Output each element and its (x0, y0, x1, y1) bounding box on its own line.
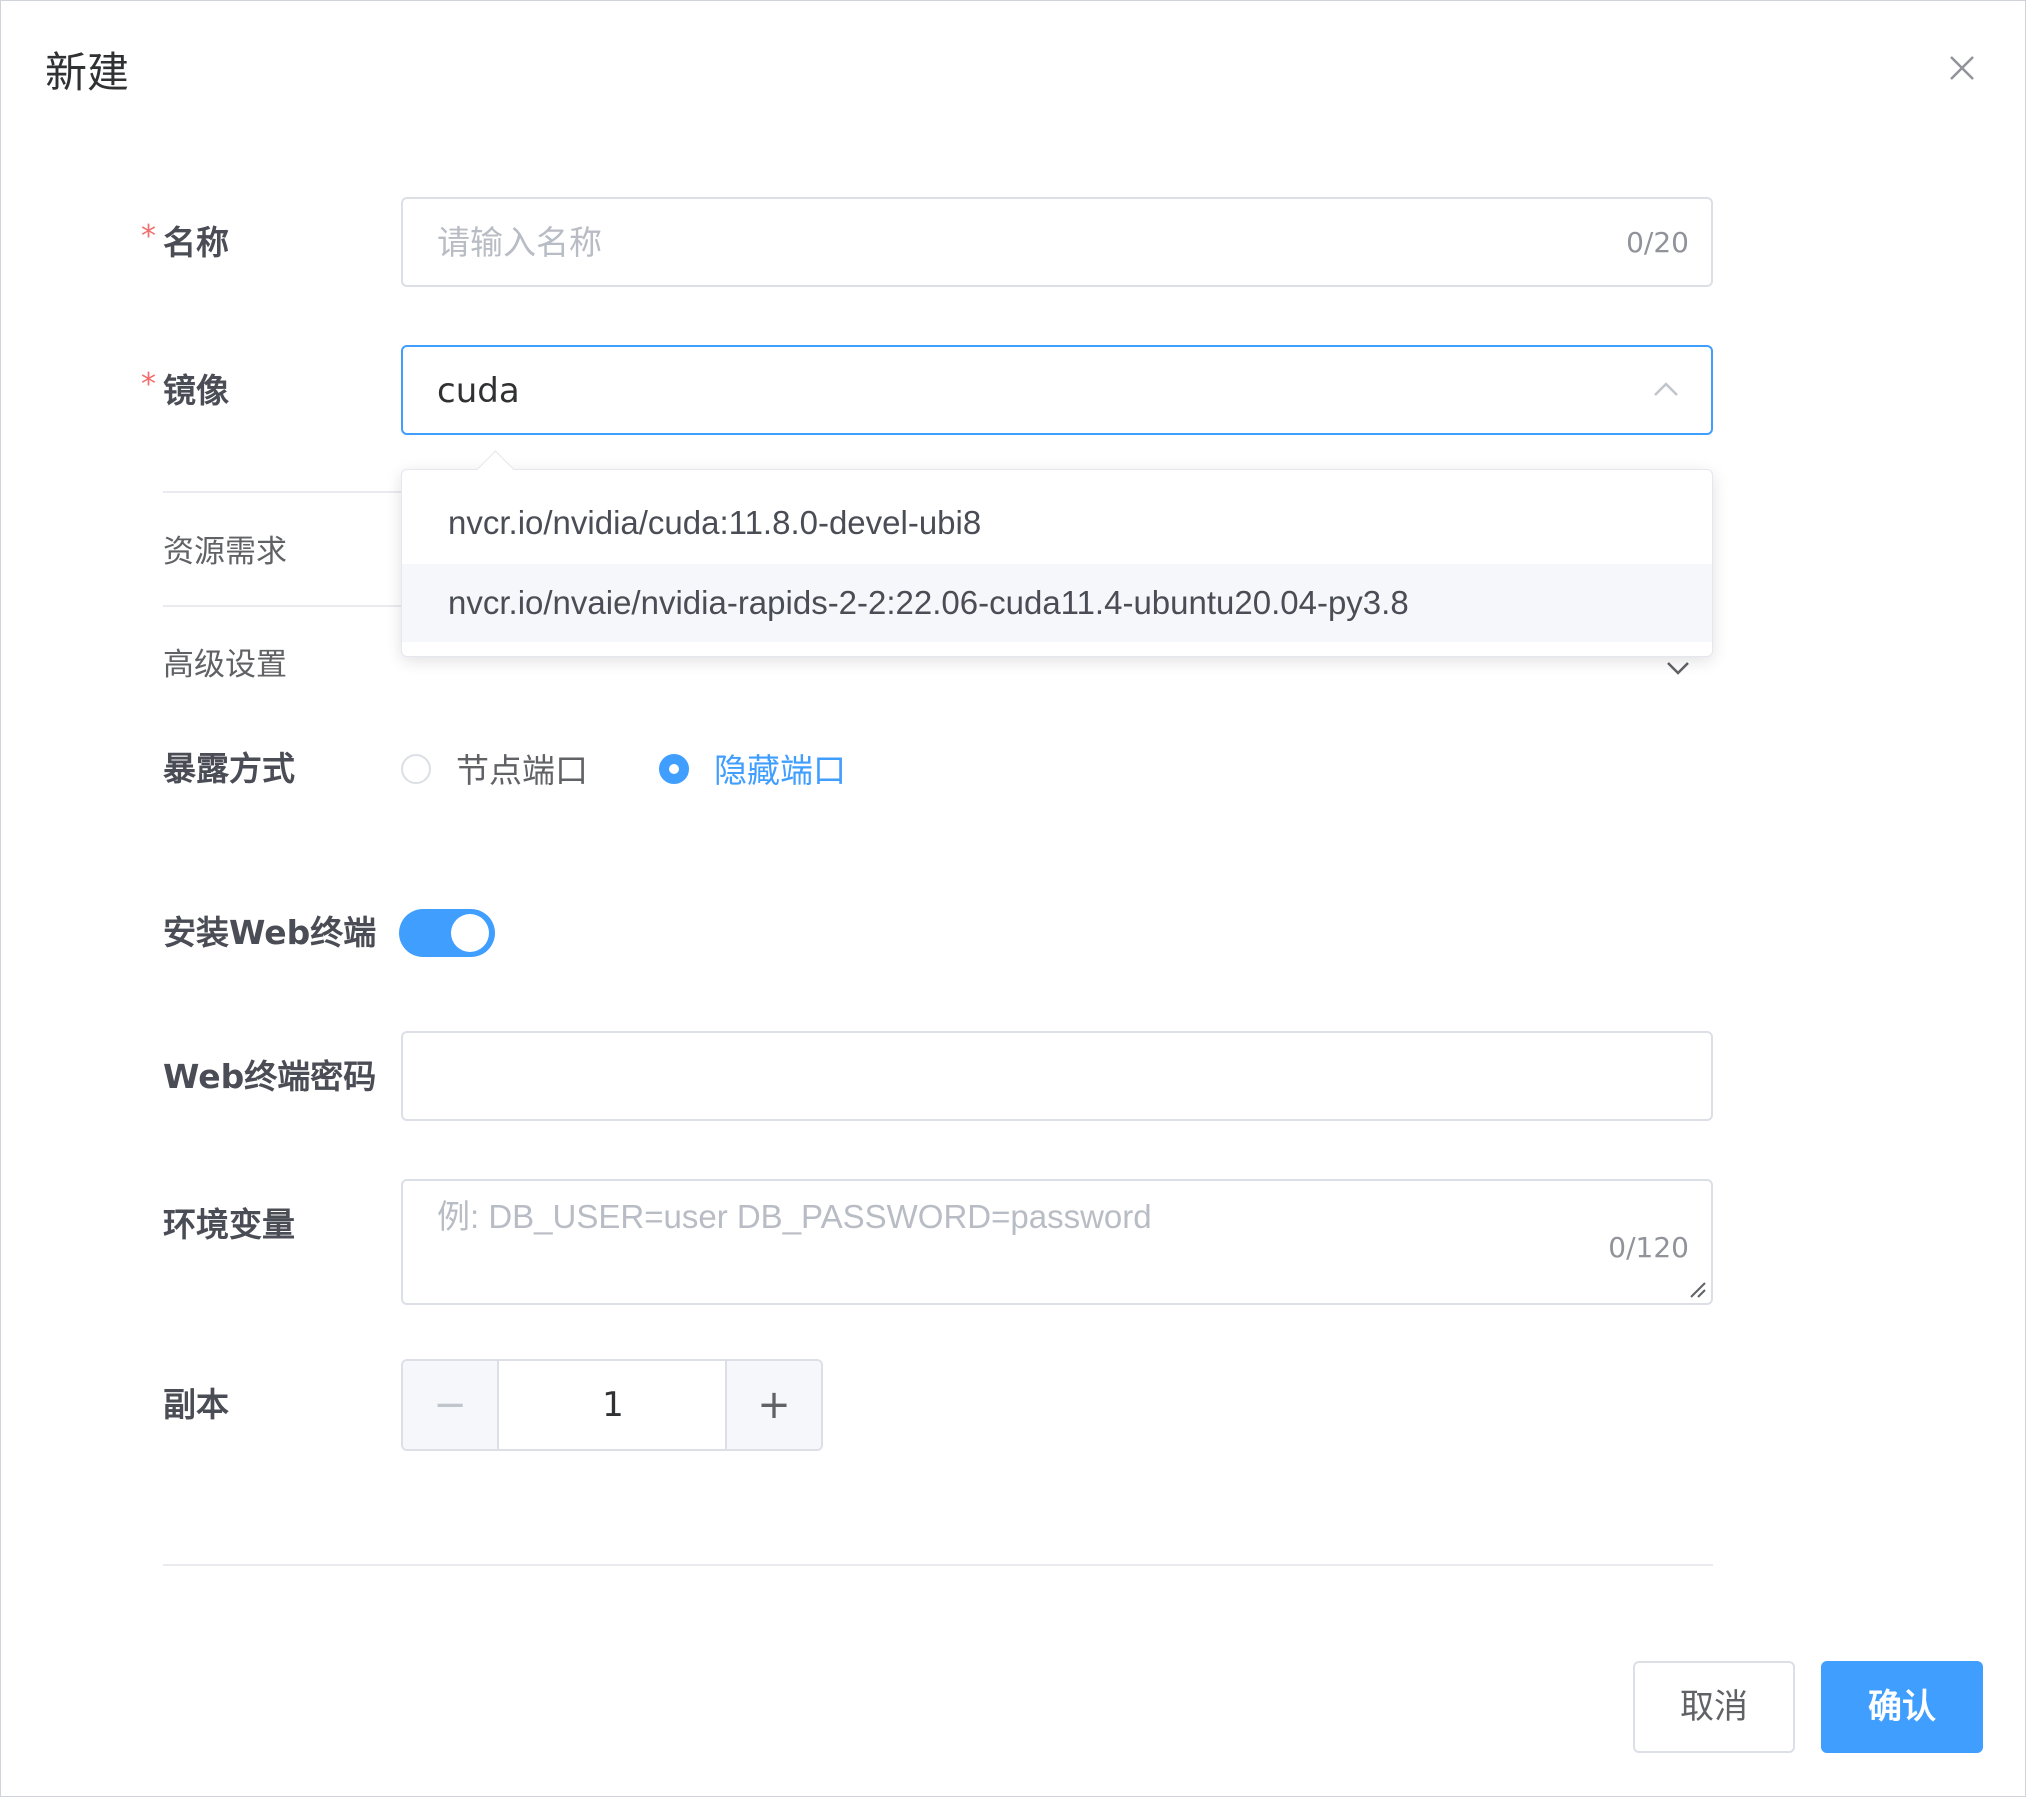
web-terminal-switch[interactable] (399, 909, 495, 957)
radio-circle (401, 754, 431, 784)
replicas-stepper: − 1 + (401, 1359, 823, 1451)
increment-button[interactable]: + (725, 1361, 821, 1449)
radio-circle (659, 754, 689, 784)
chevron-down-icon[interactable] (1663, 653, 1693, 683)
name-placeholder: 请输入名称 (437, 223, 602, 262)
image-option[interactable]: nvcr.io/nvidia/cuda:11.8.0-devel-ubi8 (402, 484, 1712, 562)
image-label: * 镜像 (141, 367, 229, 413)
required-mark: * (141, 367, 156, 402)
divider (163, 491, 403, 493)
resources-section-label[interactable]: 资源需求 (163, 530, 287, 574)
image-select[interactable]: cuda (401, 345, 1713, 435)
web-password-label: Web终端密码 (163, 1057, 377, 1096)
switch-knob (451, 914, 489, 952)
replicas-label: 副本 (163, 1385, 229, 1424)
image-option[interactable]: nvcr.io/nvaie/nvidia-rapids-2-2:22.06-cu… (402, 564, 1712, 642)
env-placeholder: 例: DB_USER=user DB_PASSWORD=password (437, 1198, 1152, 1235)
chevron-up-icon (1651, 375, 1681, 405)
env-counter: 0/120 (1608, 1231, 1689, 1264)
advanced-section-label[interactable]: 高级设置 (163, 643, 287, 687)
dialog-title: 新建 (45, 48, 130, 97)
web-terminal-label: 安装Web终端 (163, 913, 377, 952)
decrement-button[interactable]: − (403, 1361, 499, 1449)
create-dialog: 新建 * 名称 请输入名称 0/20 * 镜像 cuda nvcr.io/nvi… (0, 0, 2026, 1797)
name-label: * 名称 (141, 219, 229, 265)
image-value: cuda (437, 371, 520, 411)
image-dropdown: nvcr.io/nvidia/cuda:11.8.0-devel-ubi8 nv… (401, 450, 1713, 657)
resize-handle-icon[interactable] (1689, 1281, 1707, 1299)
exposure-label: 暴露方式 (163, 749, 295, 788)
close-icon[interactable] (1945, 51, 1979, 85)
required-mark: * (141, 219, 156, 254)
cancel-button[interactable]: 取消 (1633, 1661, 1795, 1753)
web-password-input[interactable] (401, 1031, 1713, 1121)
env-textarea[interactable]: 例: DB_USER=user DB_PASSWORD=password 0/1… (401, 1179, 1713, 1305)
divider (163, 605, 403, 607)
env-label: 环境变量 (163, 1205, 295, 1244)
replicas-value[interactable]: 1 (499, 1361, 727, 1449)
footer-divider (163, 1564, 1713, 1566)
name-counter: 0/20 (1626, 226, 1689, 259)
plus-icon: + (757, 1382, 791, 1428)
name-input[interactable]: 请输入名称 0/20 (401, 197, 1713, 287)
confirm-button[interactable]: 确认 (1821, 1661, 1983, 1753)
minus-icon: − (433, 1382, 467, 1428)
